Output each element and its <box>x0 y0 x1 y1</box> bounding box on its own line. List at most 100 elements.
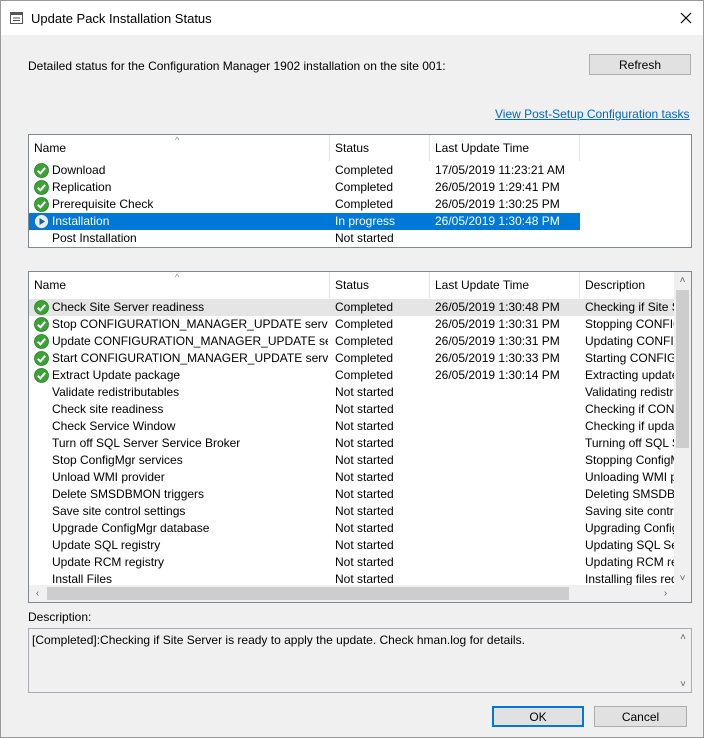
step-row[interactable]: Validate redistributables Not started Vali… <box>29 384 675 401</box>
step-row[interactable]: Extract Update package Completed 26/05/201… <box>29 367 675 384</box>
row-last-update-time <box>435 230 579 247</box>
row-description: Updating CONFIG <box>585 334 675 348</box>
row-description: Saving site control <box>585 504 675 518</box>
phase-row[interactable]: Installation In progress 26/05/2019 1:30:4… <box>29 213 580 230</box>
row-name: Prerequisite Check <box>52 197 154 211</box>
row-status: Not started <box>335 453 394 467</box>
row-description: Deleting SMSDBM <box>585 487 675 501</box>
row-status: Not started <box>335 521 394 535</box>
step-list[interactable]: Name ^ Status Last Update Time Descripti… <box>28 271 692 603</box>
step-row[interactable]: Update CONFIGURATION_MANAGER_UPDATE serv… <box>29 333 675 350</box>
row-status: Completed <box>335 163 394 177</box>
completed-check-icon <box>34 368 49 383</box>
completed-check-icon <box>34 197 49 212</box>
scroll-up-icon[interactable]: ˄ <box>674 272 691 289</box>
status-header-text: Detailed status for the Configuration Ma… <box>28 59 446 73</box>
row-status: Completed <box>335 300 394 314</box>
column-header-description[interactable]: Description <box>580 272 680 298</box>
row-last-update-time <box>435 384 579 401</box>
vertical-scrollbar[interactable]: ˄ ˅ <box>674 272 691 587</box>
row-status: Completed <box>335 197 394 211</box>
row-description: Validating redistrib <box>585 385 675 399</box>
description-textbox[interactable]: [Completed]:Checking if Site Server is r… <box>28 628 692 693</box>
scroll-left-icon[interactable]: ‹ <box>29 585 46 602</box>
row-name: Stop ConfigMgr services <box>52 453 183 467</box>
row-last-update-time: 26/05/2019 1:30:33 PM <box>435 351 560 365</box>
row-last-update-time <box>435 435 579 452</box>
row-last-update-time <box>435 554 579 571</box>
row-last-update-time: 26/05/2019 1:30:31 PM <box>435 334 560 348</box>
phase-row[interactable]: Download Completed 17/05/2019 11:23:21 AM <box>29 162 580 179</box>
step-row[interactable]: Save site control settings Not started Sav… <box>29 503 675 520</box>
row-name: Installation <box>52 214 110 228</box>
row-name: Check Service Window <box>52 419 176 433</box>
completed-check-icon <box>34 163 49 178</box>
row-status: Not started <box>335 470 394 484</box>
row-last-update-time <box>435 486 579 503</box>
row-name: Check site readiness <box>52 402 164 416</box>
window-app-icon <box>10 12 23 24</box>
step-row[interactable]: Stop ConfigMgr services Not started Stoppi… <box>29 452 675 469</box>
phase-row[interactable]: Post Installation Not started <box>29 230 580 247</box>
phase-list[interactable]: Name ^ Status Last Update Time Download C… <box>28 134 692 248</box>
vertical-scroll-thumb[interactable] <box>676 290 689 448</box>
column-header-last-update-time[interactable]: Last Update Time <box>430 272 580 298</box>
column-header-status[interactable]: Status <box>330 135 430 161</box>
phase-row[interactable]: Replication Completed 26/05/2019 1:29:41 P… <box>29 179 580 196</box>
row-description: Checking if update <box>585 419 675 433</box>
step-row[interactable]: Stop CONFIGURATION_MANAGER_UPDATE servic… <box>29 316 675 333</box>
close-button[interactable] <box>669 1 703 35</box>
horizontal-scrollbar[interactable]: ‹ › <box>29 585 674 602</box>
row-last-update-time <box>435 469 579 486</box>
row-status: Completed <box>335 368 394 382</box>
step-row[interactable]: Update SQL registry Not started Updating S… <box>29 537 675 554</box>
row-last-update-time: 26/05/2019 1:30:31 PM <box>435 317 560 331</box>
step-row[interactable]: Start CONFIGURATION_MANAGER_UPDATE servi… <box>29 350 675 367</box>
row-description: Unloading WMI pro <box>585 470 675 484</box>
row-status: Completed <box>335 317 394 331</box>
column-header-last-update-time[interactable]: Last Update Time <box>430 135 580 161</box>
row-description: Stopping ConfigMg <box>585 453 675 467</box>
phase-row[interactable]: Prerequisite Check Completed 26/05/2019 1:… <box>29 196 580 213</box>
ok-button[interactable]: OK <box>492 706 584 727</box>
row-status: Not started <box>335 231 394 245</box>
sort-ascending-icon: ^ <box>175 135 180 145</box>
horizontal-scroll-thumb[interactable] <box>47 587 569 600</box>
scroll-right-icon[interactable]: › <box>657 585 674 602</box>
row-name: Upgrade ConfigMgr database <box>52 521 210 535</box>
row-last-update-time <box>435 418 579 435</box>
step-row[interactable]: Turn off SQL Server Service Broker Not st… <box>29 435 675 452</box>
in-progress-play-icon <box>34 214 49 229</box>
post-setup-link[interactable]: View Post-Setup Configuration tasks <box>495 107 690 121</box>
column-header-name[interactable]: Name <box>29 135 330 161</box>
row-description: Upgrading ConfigM <box>585 521 675 535</box>
scrollbar-corner <box>674 585 691 602</box>
row-status: Not started <box>335 385 394 399</box>
row-last-update-time <box>435 520 579 537</box>
step-row[interactable]: Delete SMSDBMON triggers Not started Delet… <box>29 486 675 503</box>
desc-scroll-up-icon[interactable]: ˄ <box>676 630 690 644</box>
row-name: Post Installation <box>52 231 137 245</box>
row-last-update-time: 26/05/2019 1:30:48 PM <box>435 214 560 228</box>
column-header-status[interactable]: Status <box>330 272 430 298</box>
completed-check-icon <box>34 317 49 332</box>
column-header-name[interactable]: Name <box>29 272 330 298</box>
row-last-update-time: 26/05/2019 1:30:48 PM <box>435 300 560 314</box>
completed-check-icon <box>34 334 49 349</box>
row-description: Turning off SQL Se <box>585 436 675 450</box>
cancel-button[interactable]: Cancel <box>594 706 687 727</box>
title-bar[interactable]: Update Pack Installation Status <box>1 1 703 35</box>
row-status: Not started <box>335 555 394 569</box>
refresh-button[interactable]: Refresh <box>589 54 691 75</box>
step-row[interactable]: Upgrade ConfigMgr database Not started Upg… <box>29 520 675 537</box>
step-row[interactable]: Unload WMI provider Not started Unloading … <box>29 469 675 486</box>
step-row[interactable]: Check Service Window Not started Checking … <box>29 418 675 435</box>
row-description: Starting CONFIGU <box>585 351 675 365</box>
row-description: Checking if CONFI <box>585 402 675 416</box>
row-status: In progress <box>335 214 396 228</box>
row-status: Not started <box>335 487 394 501</box>
step-row[interactable]: Check site readiness Not started Checking … <box>29 401 675 418</box>
step-row[interactable]: Check Site Server readiness Completed 26/0… <box>29 299 675 316</box>
step-row[interactable]: Update RCM registry Not started Updating R… <box>29 554 675 571</box>
desc-scroll-down-icon[interactable]: ˅ <box>676 677 690 691</box>
